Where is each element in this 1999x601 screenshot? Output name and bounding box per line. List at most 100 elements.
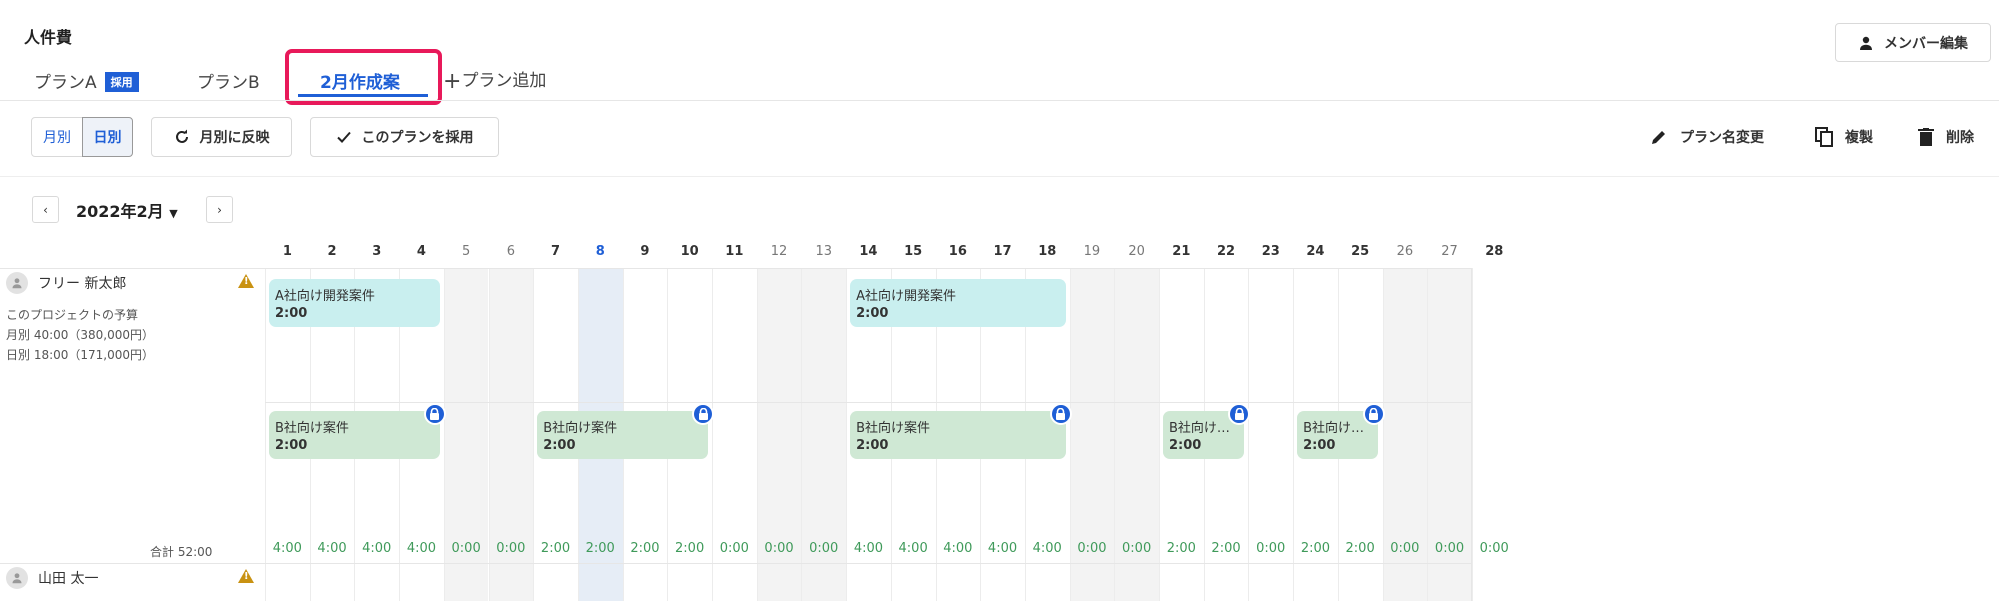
toolbar-divider [0,176,1999,177]
daily-total: 4:00 [898,541,928,556]
avatar [6,272,28,294]
bar-hours: 2:00 [275,438,308,453]
member-row-header[interactable]: 山田 太一 [6,567,98,589]
daily-total: 2:00 [1300,541,1331,556]
daily-total: 0:00 [1390,541,1420,556]
month-selector[interactable]: 2022年2月 ▼ [76,198,178,222]
budget-monthly: 月別 40:00（380,000円） [6,328,155,342]
daily-total: 4:00 [362,541,392,556]
daily-total: 4:00 [317,541,347,556]
check-icon [336,131,351,143]
warning-icon[interactable] [238,569,254,583]
lock-icon[interactable] [1228,403,1251,425]
member-divider [0,563,1472,564]
person-icon [12,573,22,584]
day-header: 7 [551,244,561,259]
add-plan-tab[interactable]: +プラン追加 [443,66,546,94]
lock-icon[interactable] [423,403,446,425]
bar-hours: 2:00 [1169,438,1202,453]
day-header: 15 [904,244,923,259]
daily-total: 2:00 [585,541,615,556]
daily-total: 2:00 [1345,541,1375,556]
day-header: 18 [1038,244,1057,259]
day-header: 24 [1306,244,1325,259]
day-header: 19 [1083,244,1101,259]
tab-plan-b[interactable]: プランB [197,68,260,93]
lock-icon[interactable] [1049,403,1072,425]
assignment-bar[interactable]: B社向け案件 2:00 [850,411,1066,459]
day-header: 17 [993,244,1012,259]
daily-total: 4:00 [272,541,302,556]
bar-hours: 2:00 [275,306,308,321]
avatar [6,567,28,589]
plus-icon: + [443,69,462,94]
lock-icon[interactable] [692,403,714,425]
lock-icon[interactable] [1362,403,1385,425]
day-header: 26 [1396,244,1414,259]
person-icon [1860,36,1872,50]
adopt-plan-button[interactable]: このプランを採用 [310,117,499,157]
duplicate-button[interactable]: 複製 [1815,127,1873,147]
daily-total: 4:00 [853,541,884,556]
bar-hours: 2:00 [543,438,576,453]
tab-february-draft[interactable]: 2月作成案 [320,68,400,93]
header-divider [0,100,1999,101]
day-header: 4 [416,244,426,259]
member-edit-label: メンバー編集 [1884,35,1968,52]
delete-button[interactable]: 削除 [1918,127,1974,147]
budget-daily: 日別 18:00（171,000円） [6,348,155,362]
assignment-bar[interactable]: B社向け案件 2:00 [537,411,708,459]
day-header: 3 [372,244,382,259]
day-header: 25 [1351,244,1370,259]
view-monthly-toggle[interactable]: 月別 [31,117,83,157]
budget-title: このプロジェクトの予算 [6,308,139,322]
daily-total: 2:00 [675,541,705,556]
pencil-icon [1652,131,1665,144]
caret-down-icon: ▼ [169,207,178,220]
warning-icon[interactable] [238,274,254,288]
reflect-monthly-button[interactable]: 月別に反映 [151,117,292,157]
active-tab-indicator [298,94,428,97]
day-header: 20 [1128,244,1145,259]
tab-plan-a[interactable]: プランA 採用 [34,68,139,93]
next-month-button[interactable]: › [206,196,233,223]
day-header: 11 [725,244,744,259]
bar-project-name: A社向け開発案件 [856,289,956,304]
daily-total: 0:00 [764,541,794,556]
assignment-bar[interactable]: B社向け案件 2:00 [269,411,440,459]
bar-project-name: B社向け案件 [543,421,618,436]
daily-total: 2:00 [1211,541,1241,556]
member-name: 山田 太一 [38,571,99,587]
bar-project-name: B社向け案件 [856,421,931,436]
daily-total: 4:00 [1032,541,1062,556]
bar-hours: 2:00 [856,306,889,321]
prev-month-button[interactable]: ‹ [32,196,59,223]
assignment-bar[interactable]: A社向け開発案件 2:00 [850,279,1066,327]
rename-plan-button[interactable]: プラン名変更 [1650,127,1764,147]
bar-project-name: A社向け開発案件 [275,289,375,304]
day-header: 23 [1261,244,1280,259]
daily-total: 2:00 [630,541,660,556]
view-daily-toggle[interactable]: 日別 [82,117,133,157]
daily-total: 0:00 [1434,541,1465,556]
day-header: 9 [640,244,650,259]
member-edit-button[interactable]: メンバー編集 [1835,23,1991,62]
trash-icon [1918,128,1934,146]
copy-icon [1815,127,1833,147]
days-divider [0,268,1472,269]
daily-total: 0:00 [496,541,526,556]
day-header: 13 [815,244,832,259]
daily-total: 2:00 [540,541,571,556]
person-icon [12,278,22,289]
member-total: 合計 52:00 [150,545,213,559]
page-title: 人件費 [24,28,73,47]
member-row-header[interactable]: フリー 新太郎 [6,272,126,294]
bar-project-name: B社向け… [1303,421,1365,436]
day-header: 6 [506,244,515,259]
adopted-badge: 採用 [104,72,139,92]
assignment-bar[interactable]: A社向け開発案件 2:00 [269,279,440,327]
bar-hours: 2:00 [856,438,889,453]
day-header: 27 [1441,244,1458,259]
day-header: 16 [948,244,967,259]
daily-total: 0:00 [1077,541,1107,556]
